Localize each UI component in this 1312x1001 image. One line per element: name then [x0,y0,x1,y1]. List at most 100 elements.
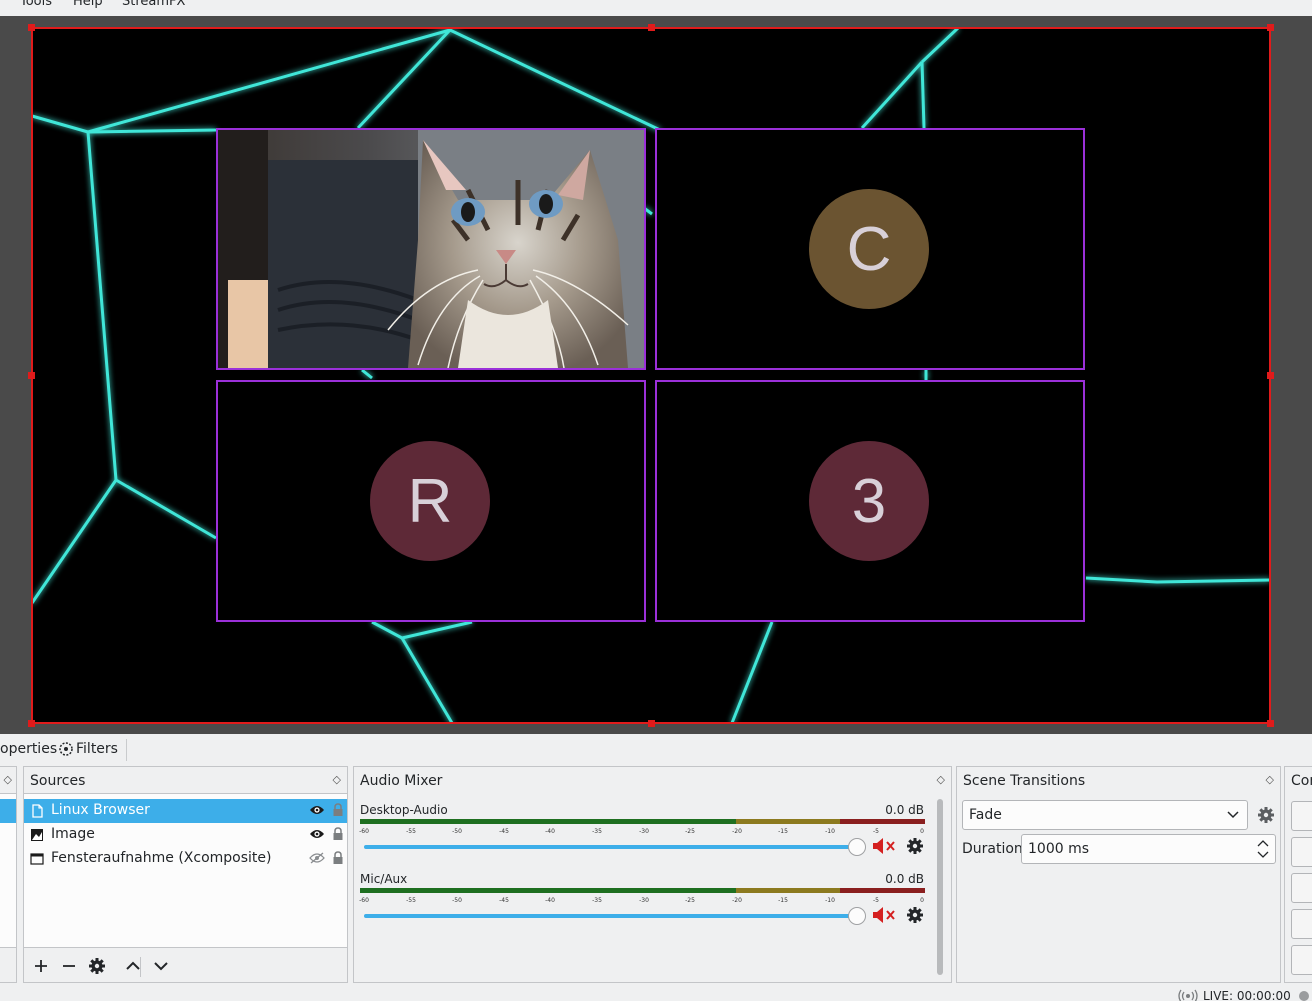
resize-handle[interactable] [28,24,35,31]
lock-icon[interactable] [332,851,344,869]
remove-source-button[interactable] [58,955,80,977]
scenes-list[interactable] [0,793,16,948]
resize-handle[interactable] [28,720,35,727]
source-item-image[interactable]: Image [24,823,347,847]
chevron-up-icon [126,961,140,970]
participant-tile-c[interactable]: C [655,128,1085,370]
gear-icon [89,958,105,974]
source-properties-button[interactable] [86,955,108,977]
participant-tile-3[interactable]: 3 [655,380,1085,622]
minus-icon [63,965,75,967]
volume-slider[interactable] [364,914,858,918]
channel-desktop-audio: Desktop-Audio 0.0 dB -60 -55 -50 -45 -40 -35-… [358,803,928,871]
dock-float-icon[interactable]: ◇ [937,773,945,786]
control-button[interactable] [1291,873,1312,903]
move-source-down-button[interactable] [150,955,172,977]
window-capture-icon [30,852,44,866]
status-bar: LIVE: 00:00:00 [0,985,1312,1001]
participant-avatar: C [809,189,929,309]
channel-mic-aux: Mic/Aux 0.0 dB -60 -55 -50 -45 -40 -35 -30 -25-… [358,872,928,940]
volume-slider-handle[interactable] [848,907,866,925]
sources-list[interactable]: Linux Browser Image Fensteraufnahme (Xco… [24,793,347,948]
chevron-down-icon [1227,808,1239,824]
control-button[interactable] [1291,945,1312,975]
resize-handle[interactable] [1267,720,1274,727]
webcam-tile[interactable] [216,128,646,370]
duration-value: 1000 ms [1028,841,1090,857]
move-source-up-button[interactable] [122,955,144,977]
channel-name: Desktop-Audio [360,803,448,817]
control-button[interactable] [1291,909,1312,939]
resize-handle[interactable] [648,720,655,727]
transition-select[interactable]: Fade [962,800,1248,830]
lock-icon[interactable] [332,827,344,845]
spin-arrows-icon[interactable] [1257,837,1269,865]
image-icon [30,828,44,842]
live-broadcast-icon [1178,989,1198,1001]
properties-button[interactable]: operties [0,741,57,757]
transition-value: Fade [969,807,1002,823]
menu-streamfx[interactable]: StreamFX [122,0,185,9]
scene-transitions-dock: Scene Transitions ◇ Fade Duration 1000 m… [956,766,1281,983]
channel-name: Mic/Aux [360,872,408,886]
control-button[interactable] [1291,837,1312,867]
plus-icon [35,960,47,972]
scene-transitions-title: Scene Transitions [963,773,1086,789]
muted-speaker-icon[interactable] [872,837,898,858]
source-label: Linux Browser [51,802,150,818]
dock-float-icon[interactable]: ◇ [1266,773,1274,786]
sources-dock: Sources ◇ Linux Browser Image Fensterauf… [23,766,348,983]
menu-tools[interactable]: Tools [20,0,52,9]
source-item-window-capture[interactable]: Fensteraufnahme (Xcomposite) [24,847,347,871]
resize-handle[interactable] [648,24,655,31]
cat-webcam-image [218,130,644,368]
resize-handle[interactable] [1267,372,1274,379]
menu-bar: Tools Help StreamFX [0,0,1312,16]
transition-properties-gear-icon[interactable] [1257,806,1275,828]
filters-button[interactable]: Filters [76,741,118,757]
channel-db: 0.0 dB [885,872,924,886]
dock-float-icon[interactable]: ◇ [333,773,341,786]
mixer-scrollbar[interactable] [937,799,943,975]
scene-item[interactable] [0,799,16,823]
source-label: Fensteraufnahme (Xcomposite) [51,850,272,866]
status-indicator-icon [1299,991,1309,1001]
hidden-eye-icon[interactable] [309,852,325,868]
resize-handle[interactable] [28,372,35,379]
browser-icon [30,804,44,818]
volume-slider-handle[interactable] [848,838,866,856]
controls-dock: Con [1284,766,1312,983]
meter-scale: -60 -55 -50 -45 -40 -35 -30 -25 -20 -15 -10 -5 0 [359,828,924,835]
visibility-eye-icon[interactable] [309,828,325,844]
muted-speaker-icon[interactable] [872,906,898,927]
add-source-button[interactable] [30,955,52,977]
sources-toolbar [24,951,347,981]
participant-tile-r[interactable]: R [216,380,646,622]
chevron-down-icon [154,962,168,971]
controls-title: Con [1291,773,1312,789]
channel-db: 0.0 dB [885,803,924,817]
source-item-linux-browser[interactable]: Linux Browser [24,799,347,823]
gear-icon[interactable] [906,906,924,927]
obs-window: Tools Help StreamFX C R 3 operties Filte… [0,0,1312,1001]
participant-avatar: 3 [809,441,929,561]
resize-handle[interactable] [1267,24,1274,31]
menu-help[interactable]: Help [73,0,103,9]
volume-slider[interactable] [364,845,858,849]
scenes-dock: ◇ [0,766,17,983]
audio-mixer-dock: Audio Mixer ◇ Desktop-Audio 0.0 dB -60 -5… [353,766,952,983]
gear-icon[interactable] [906,837,924,858]
control-button[interactable] [1291,801,1312,831]
toolbar-divider [126,739,127,761]
source-label: Image [51,826,95,842]
preview-canvas[interactable]: C R 3 [32,28,1270,723]
audio-mixer-title: Audio Mixer [360,773,443,789]
duration-spinbox[interactable]: 1000 ms [1021,834,1276,864]
live-timer: LIVE: 00:00:00 [1203,989,1291,1001]
filters-icon [58,741,74,761]
meter-scale: -60 -55 -50 -45 -40 -35 -30 -25 -20 -15 -10 -5 0 [359,897,924,904]
lock-icon[interactable] [332,803,344,821]
dock-float-icon[interactable]: ◇ [4,773,12,786]
mixer-channels: Desktop-Audio 0.0 dB -60 -55 -50 -45 -40 -35-… [358,797,928,980]
visibility-eye-icon[interactable] [309,804,325,820]
